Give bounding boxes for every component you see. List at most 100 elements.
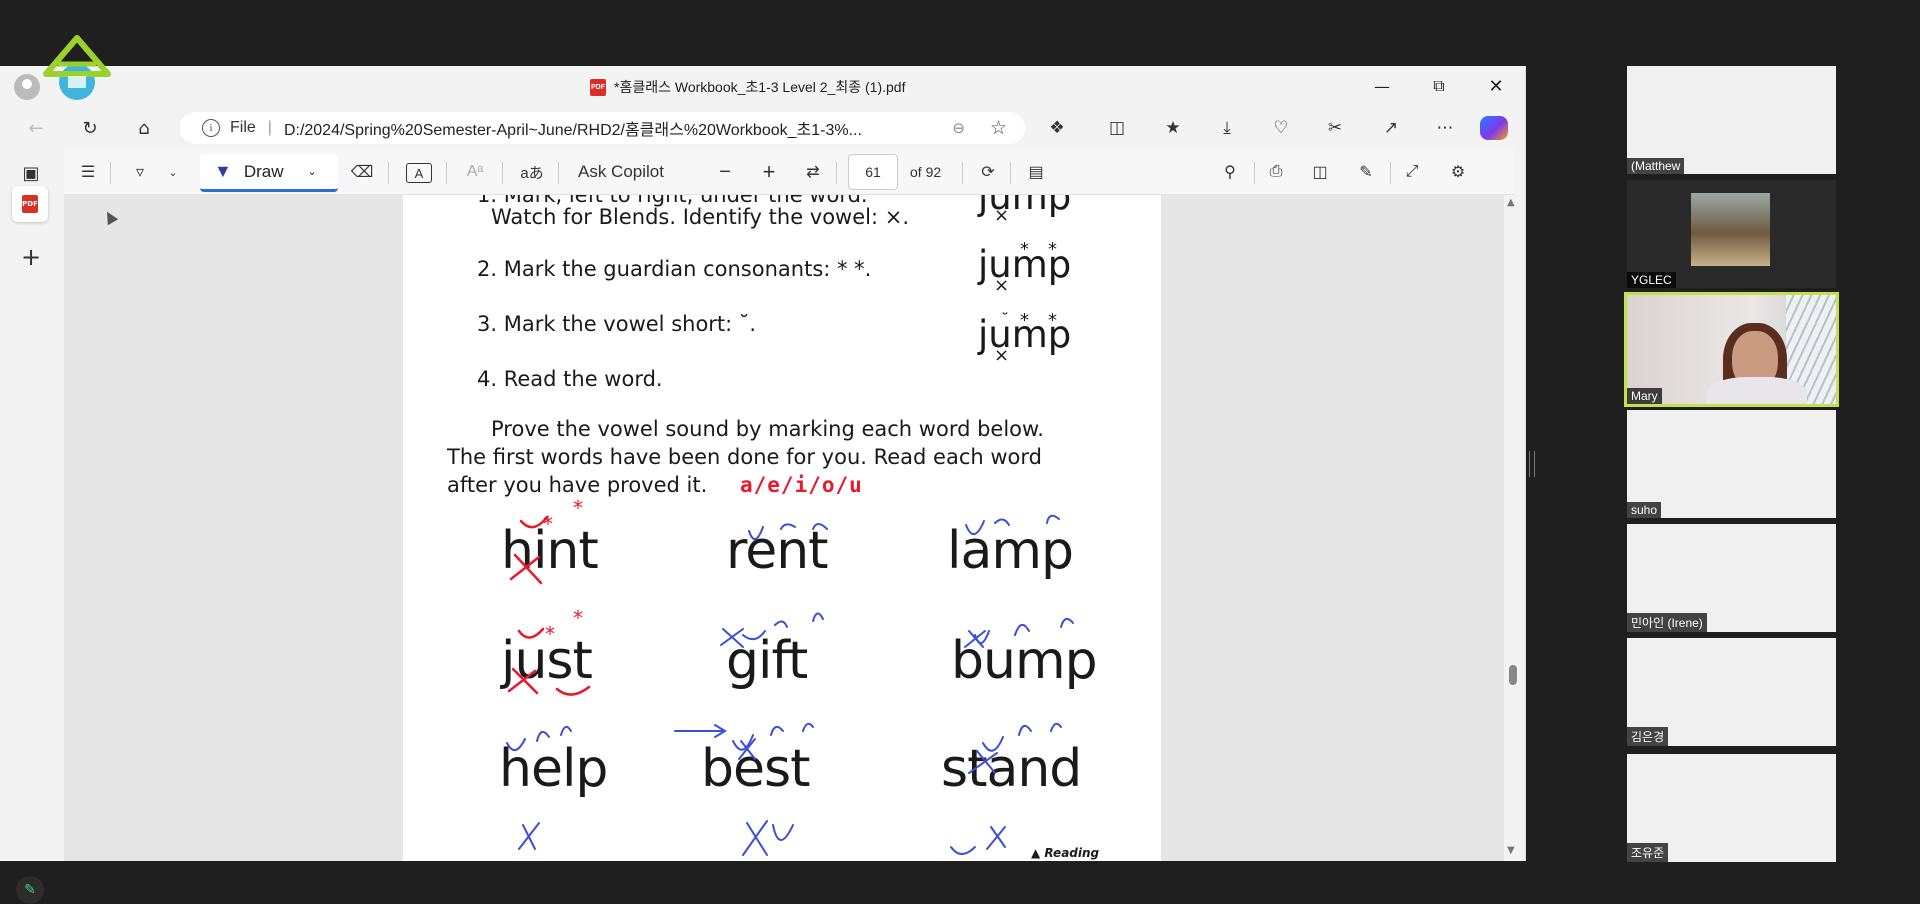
eraser-icon[interactable]: ⌫ [350,160,374,184]
mouse-cursor-icon [101,208,119,226]
pdf-tab-icon: PDF [22,195,38,213]
minimize-button[interactable]: — [1359,74,1405,98]
divider [388,162,389,184]
scroll-down-icon[interactable]: ▼ [1507,845,1515,856]
participant-tile[interactable]: 김은경 [1627,638,1836,746]
svg-text:*: * [573,606,583,630]
pdf-tab[interactable]: PDF [12,186,48,222]
copilot-icon[interactable] [1480,116,1508,140]
pdf-viewer-area[interactable]: 1. Mark, left to right, under the word. … [64,195,1504,861]
rotate-icon[interactable]: ⟳ [976,160,1000,184]
favorite-star-icon[interactable]: ☆ [990,117,1007,140]
participant-tile[interactable]: YGLEC [1627,180,1836,288]
vertical-scrollbar[interactable]: ▲ ▼ [1506,195,1520,861]
more-icon[interactable]: ⋯ [1430,115,1460,141]
draw-label: Draw [243,161,284,181]
back-icon[interactable]: ← [22,115,50,141]
save-icon[interactable]: ◫ [1308,160,1332,184]
search-icon[interactable]: ⚲ [1218,160,1242,184]
svg-text:*: * [543,512,553,536]
ink-annotations: * * * * [506,496,1074,856]
highlight-icon[interactable]: ▿ [128,160,152,184]
participant-tile[interactable]: suho [1627,410,1836,518]
browser-window: PDF *홈클래스 Workbook_초1-3 Level 2_최종 (1).p… [0,66,1526,861]
participant-name: 김은경 [1627,727,1669,746]
participant-name: suho [1627,502,1662,518]
divider [110,162,111,184]
favorites-icon[interactable]: ★ [1158,115,1188,141]
divider [502,162,503,184]
red-star-marks: * * * * [543,496,583,646]
pdf-toolbar: ☰ ▿ ⌄ ▼ Draw ⌄ ⌫ A Aᵃ aあ Ask Copilot − +… [64,150,1514,195]
contents-icon[interactable]: ☰ [76,160,100,184]
annotate-pencil-icon[interactable]: ✎ [16,876,44,904]
screenshot-icon[interactable]: ✂ [1320,115,1350,141]
zoom-out-button[interactable]: − [714,160,736,184]
new-tab-icon[interactable]: + [18,243,44,271]
extensions-icon[interactable]: ❖ [1042,115,1072,141]
footer-text: Reading [1044,846,1100,860]
fit-width-icon[interactable]: ⇄ [800,160,826,184]
divider [836,162,837,184]
share-icon[interactable]: ↗ [1376,115,1406,141]
participant-tile[interactable]: (Matthew [1627,66,1836,174]
url-scheme: File [230,119,256,136]
document-title-text: *홈클래스 Workbook_초1-3 Level 2_최종 (1).pdf [614,79,906,95]
address-bar-row: ← ↻ ⌂ i File | D:/2024/Spring%20Semester… [0,106,1525,150]
url-separator: | [267,119,272,136]
divider [962,162,963,184]
close-button[interactable]: ✕ [1473,74,1519,98]
participant-tile-active-speaker[interactable]: Mary [1624,292,1839,407]
participant-tile[interactable]: 민아인 (Irene) [1627,524,1836,632]
highlight-dropdown-icon[interactable]: ⌄ [166,160,180,184]
vertical-tabs-sidebar: ▣ PDF + [0,150,62,861]
title-bar: PDF *홈클래스 Workbook_초1-3 Level 2_최종 (1).p… [0,66,1525,106]
add-text-icon[interactable]: A [406,163,432,183]
profile-icon[interactable] [14,74,40,100]
divider [1010,162,1011,184]
info-icon[interactable]: i [202,119,220,137]
page-number-input[interactable]: 61 [848,154,898,190]
draw-pen-icon: ▼ [214,161,232,181]
pdf-page[interactable]: 1. Mark, left to right, under the word. … [403,195,1161,861]
academy-logo [43,35,111,100]
pdf-file-icon: PDF [590,78,606,96]
browser-essentials-icon[interactable]: ♡ [1266,115,1296,141]
refresh-icon[interactable]: ↻ [76,115,104,141]
participant-name: YGLEC [1627,272,1676,288]
read-aloud-icon[interactable]: aあ [516,160,548,184]
text-format-icon: Aᵃ [466,163,484,180]
participant-video [1707,377,1807,404]
svg-text:*: * [573,496,583,520]
divider [446,162,447,184]
document-title: PDF *홈클래스 Workbook_초1-3 Level 2_최종 (1).p… [590,77,905,97]
scroll-up-icon[interactable]: ▲ [1507,197,1515,208]
restore-button[interactable]: ⧉ [1416,74,1462,98]
panel-splitter[interactable] [1529,451,1535,477]
home-icon[interactable]: ⌂ [130,115,158,141]
draw-button[interactable]: ▼ Draw ⌄ [200,154,338,192]
participant-name: Mary [1627,388,1662,404]
ask-copilot-button[interactable]: Ask Copilot [578,160,678,184]
tab-actions-icon[interactable]: ▣ [18,160,44,186]
divider [1390,162,1391,184]
participant-name: 조유준 [1627,843,1669,862]
scrollbar-thumb[interactable] [1509,665,1517,685]
save-as-icon[interactable]: ✎ [1354,160,1378,184]
url-path: D:/2024/Spring%20Semester-April~June/RHD… [283,122,862,139]
zoom-out-icon[interactable]: ⊖ [952,119,965,137]
print-icon[interactable]: ⎙ [1264,160,1288,184]
downloads-icon[interactable]: ⤓ [1212,115,1242,141]
settings-gear-icon[interactable]: ⚙ [1446,160,1470,184]
address-bar[interactable]: i File | D:/2024/Spring%20Semester-April… [180,112,1025,144]
participant-tile[interactable]: 조유준 [1627,754,1836,862]
participant-avatar [1691,193,1770,266]
participant-name: 민아인 (Irene) [1627,613,1707,632]
svg-text:*: * [545,622,555,646]
zoom-in-button[interactable]: + [758,159,780,184]
fullscreen-icon[interactable]: ⤢ [1400,160,1424,184]
page-view-icon[interactable]: ▤ [1024,160,1048,184]
blue-ink-marks [506,514,1074,856]
split-screen-icon[interactable]: ◫ [1102,115,1132,141]
draw-dropdown-icon[interactable]: ⌄ [308,165,317,178]
